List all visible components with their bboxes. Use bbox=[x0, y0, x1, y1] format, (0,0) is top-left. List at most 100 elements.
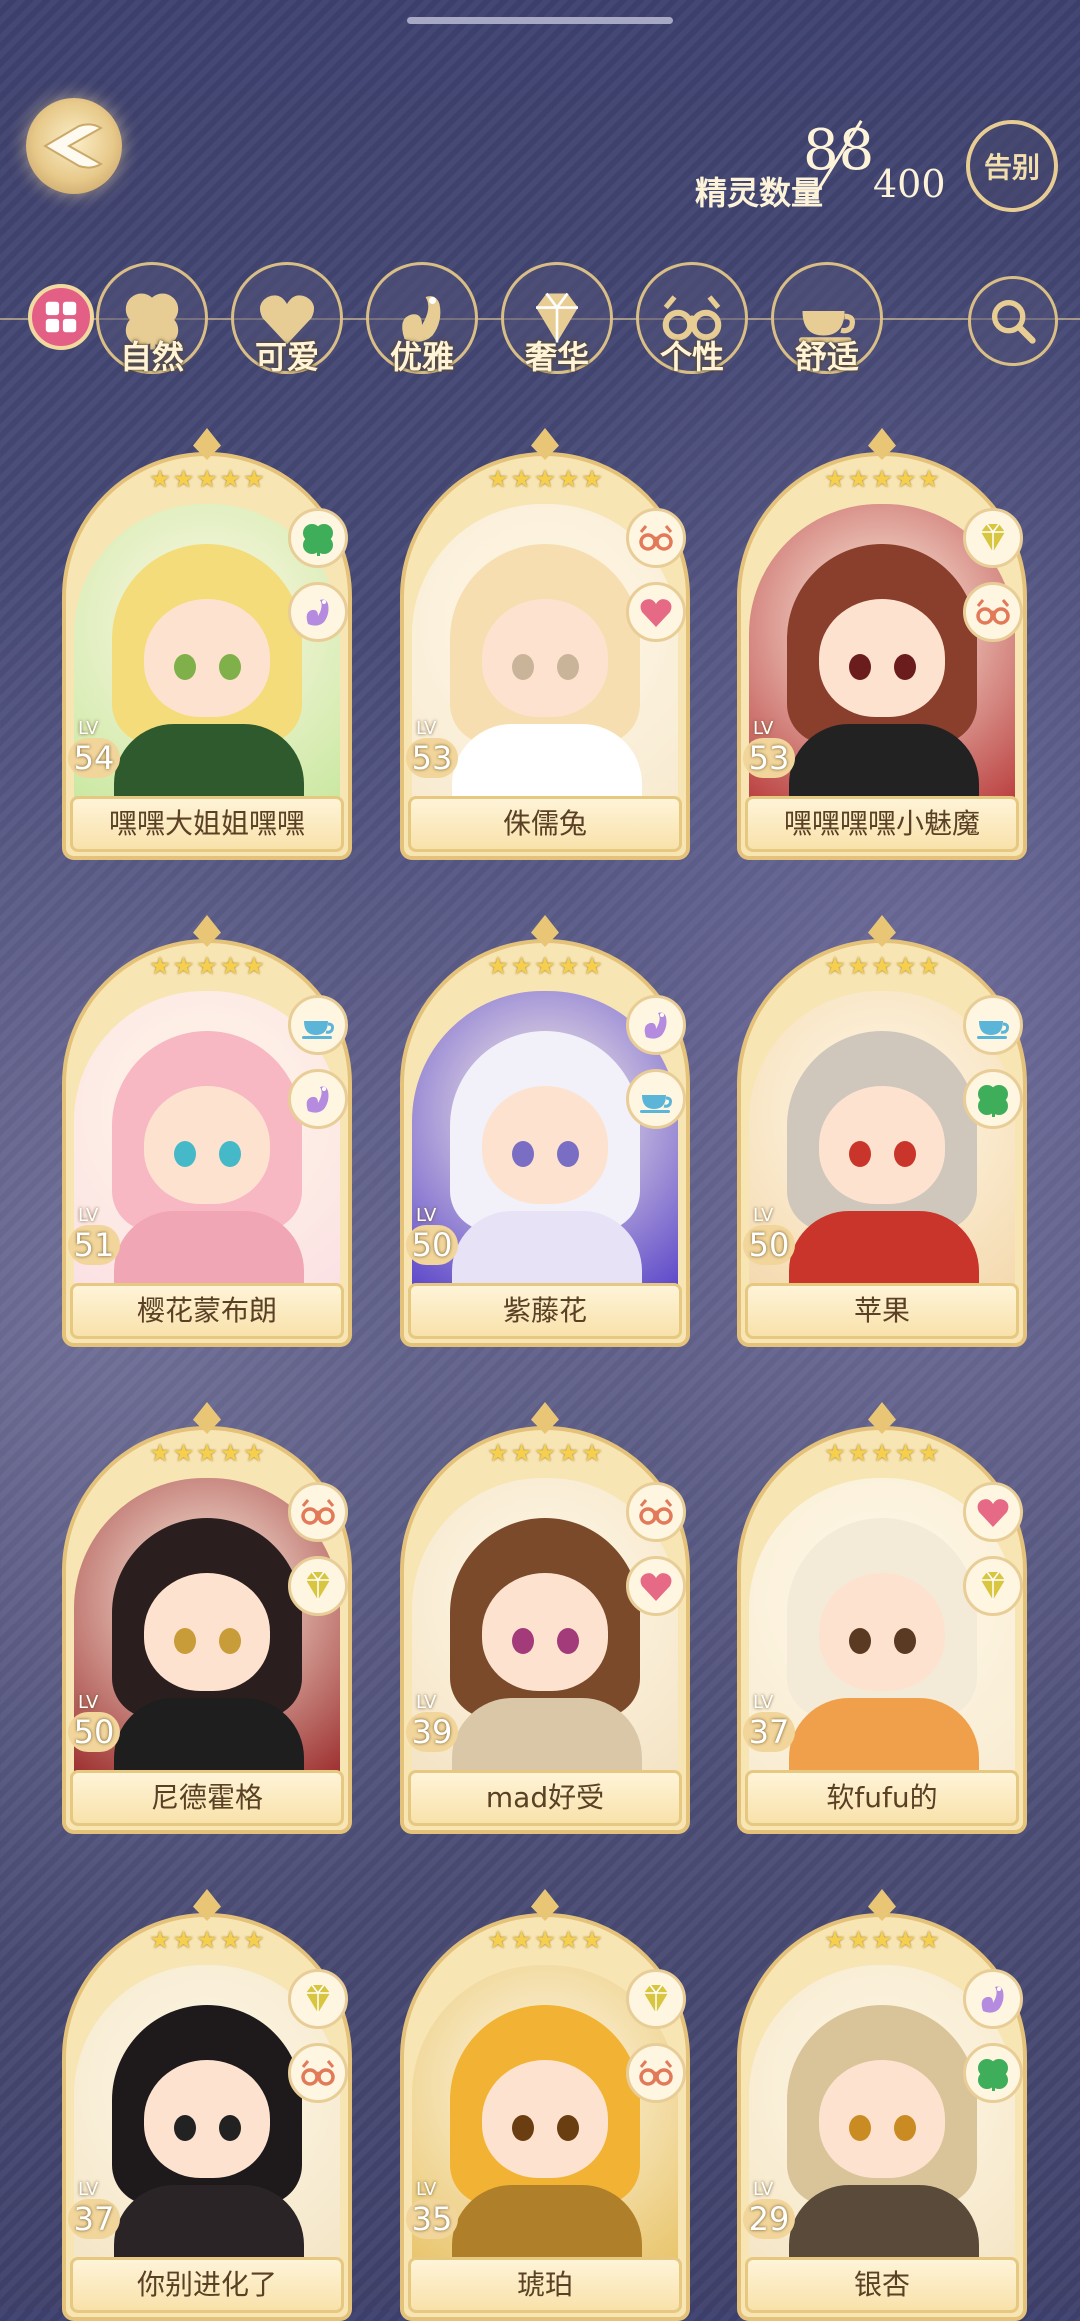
trait-badge bbox=[963, 995, 1023, 1055]
star-icon: ★ bbox=[894, 465, 917, 493]
spirit-card[interactable]: ★ ★ ★ ★ ★ LV 53 嘿嘿嘿嘿小魅魔 bbox=[737, 428, 1027, 860]
glasses-icon bbox=[301, 2060, 335, 2086]
swan-icon bbox=[644, 1012, 667, 1039]
spirit-name: 银杏 bbox=[745, 2257, 1019, 2313]
back-wing-icon bbox=[43, 123, 103, 169]
star-rating: ★ ★ ★ ★ ★ bbox=[480, 1440, 610, 1466]
spirit-card[interactable]: ★ ★ ★ ★ ★ LV 51 樱花蒙布朗 bbox=[62, 915, 352, 1347]
star-icon: ★ bbox=[172, 1439, 195, 1467]
star-rating: ★ ★ ★ ★ ★ bbox=[142, 1440, 272, 1466]
trait-badge bbox=[288, 1969, 348, 2029]
spirit-name: 嘿嘿大姐姐嘿嘿 bbox=[70, 796, 344, 852]
star-icon: ★ bbox=[243, 952, 265, 980]
farewell-button[interactable]: 告别 bbox=[966, 120, 1058, 212]
filter-clover[interactable]: 自然 bbox=[96, 262, 208, 382]
spirit-name: 琥珀 bbox=[408, 2257, 682, 2313]
teacup-icon bbox=[640, 1095, 672, 1113]
spirit-card[interactable]: ★ ★ ★ ★ ★ LV 50 紫藤花 bbox=[400, 915, 690, 1347]
star-icon: ★ bbox=[510, 1439, 533, 1467]
star-icon: ★ bbox=[871, 952, 893, 980]
diamond-icon bbox=[306, 1984, 330, 2013]
spirit-name: 软fufu的 bbox=[745, 1770, 1019, 1826]
spirit-card[interactable]: ★ ★ ★ ★ ★ LV 50 苹果 bbox=[737, 915, 1027, 1347]
filter-label: 奢华 bbox=[524, 338, 589, 376]
spirit-name: 苹果 bbox=[745, 1283, 1019, 1339]
teacup-icon bbox=[302, 1021, 334, 1039]
level-value: 37 bbox=[68, 2199, 120, 2239]
star-icon: ★ bbox=[149, 952, 171, 980]
spirit-card[interactable]: ★ ★ ★ ★ ★ LV 39 mad好受 bbox=[400, 1402, 690, 1834]
search-button[interactable] bbox=[968, 276, 1058, 366]
star-icon: ★ bbox=[243, 1439, 265, 1467]
filter-label: 舒适 bbox=[794, 338, 859, 376]
level-value: 53 bbox=[743, 738, 795, 778]
back-button[interactable] bbox=[26, 98, 122, 194]
star-rating: ★ ★ ★ ★ ★ bbox=[817, 953, 947, 979]
spirit-card[interactable]: ★ ★ ★ ★ ★ LV 35 琥珀 bbox=[400, 1889, 690, 2321]
star-rating: ★ ★ ★ ★ ★ bbox=[480, 1927, 610, 1953]
level-label: LV bbox=[416, 1205, 437, 1226]
star-icon: ★ bbox=[918, 1439, 940, 1467]
star-icon: ★ bbox=[557, 952, 580, 980]
star-rating: ★ ★ ★ ★ ★ bbox=[142, 953, 272, 979]
filter-diamond[interactable]: 奢华 bbox=[501, 262, 613, 382]
spirit-name: 你别进化了 bbox=[70, 2257, 344, 2313]
level-label: LV bbox=[416, 1692, 437, 1713]
star-icon: ★ bbox=[871, 1926, 893, 1954]
trait-badge bbox=[626, 995, 686, 1055]
level-value: 50 bbox=[743, 1225, 795, 1265]
level-label: LV bbox=[753, 2179, 774, 2200]
star-icon: ★ bbox=[894, 1439, 917, 1467]
star-icon: ★ bbox=[149, 465, 171, 493]
glasses-icon bbox=[976, 599, 1010, 625]
level-value: 51 bbox=[68, 1225, 120, 1265]
star-icon: ★ bbox=[824, 952, 846, 980]
trait-badge bbox=[626, 508, 686, 568]
star-icon: ★ bbox=[824, 465, 846, 493]
star-icon: ★ bbox=[172, 1926, 195, 1954]
clover-icon bbox=[303, 524, 333, 556]
spirit-card[interactable]: ★ ★ ★ ★ ★ LV 37 软fufu的 bbox=[737, 1402, 1027, 1834]
star-icon: ★ bbox=[196, 1439, 218, 1467]
filter-swan[interactable]: 优雅 bbox=[366, 262, 478, 382]
level-label: LV bbox=[78, 718, 99, 739]
spirit-card[interactable]: ★ ★ ★ ★ ★ LV 54 嘿嘿大姐姐嘿嘿 bbox=[62, 428, 352, 860]
filter-all-button[interactable] bbox=[28, 284, 94, 350]
spirit-card[interactable]: ★ ★ ★ ★ ★ LV 50 尼德霍格 bbox=[62, 1402, 352, 1834]
filter-glasses[interactable]: 个性 bbox=[636, 262, 748, 382]
star-icon: ★ bbox=[824, 1439, 846, 1467]
star-rating: ★ ★ ★ ★ ★ bbox=[142, 466, 272, 492]
star-icon: ★ bbox=[918, 952, 940, 980]
trait-badge bbox=[963, 582, 1023, 642]
level-value: 54 bbox=[68, 738, 120, 778]
trait-badge bbox=[963, 1482, 1023, 1542]
level-value: 29 bbox=[743, 2199, 795, 2239]
spirit-count-label: 精灵数量 bbox=[695, 174, 824, 212]
trait-badge bbox=[963, 1969, 1023, 2029]
grid-icon bbox=[45, 301, 77, 333]
spirit-card[interactable]: ★ ★ ★ ★ ★ LV 29 银杏 bbox=[737, 1889, 1027, 2321]
home-indicator[interactable] bbox=[407, 17, 673, 24]
trait-badge bbox=[626, 1556, 686, 1616]
trait-badge bbox=[626, 1482, 686, 1542]
star-icon: ★ bbox=[871, 465, 893, 493]
heart-icon bbox=[977, 1499, 1009, 1527]
glasses-icon bbox=[639, 2060, 673, 2086]
star-icon: ★ bbox=[871, 1439, 893, 1467]
heart-icon bbox=[640, 1573, 672, 1601]
star-icon: ★ bbox=[581, 1439, 603, 1467]
filter-heart[interactable]: 可爱 bbox=[231, 262, 343, 382]
star-icon: ★ bbox=[487, 952, 509, 980]
filter-teacup[interactable]: 舒适 bbox=[771, 262, 883, 382]
trait-badge bbox=[288, 2043, 348, 2103]
spirit-card[interactable]: ★ ★ ★ ★ ★ LV 37 你别进化了 bbox=[62, 1889, 352, 2321]
trait-badge bbox=[288, 508, 348, 568]
star-icon: ★ bbox=[534, 952, 556, 980]
star-icon: ★ bbox=[918, 1926, 940, 1954]
trait-badge bbox=[288, 1556, 348, 1616]
diamond-icon bbox=[981, 523, 1005, 552]
spirit-card[interactable]: ★ ★ ★ ★ ★ LV 53 侏儒兔 bbox=[400, 428, 690, 860]
heart-icon bbox=[640, 599, 672, 627]
filter-label: 优雅 bbox=[389, 338, 454, 376]
star-rating: ★ ★ ★ ★ ★ bbox=[817, 466, 947, 492]
